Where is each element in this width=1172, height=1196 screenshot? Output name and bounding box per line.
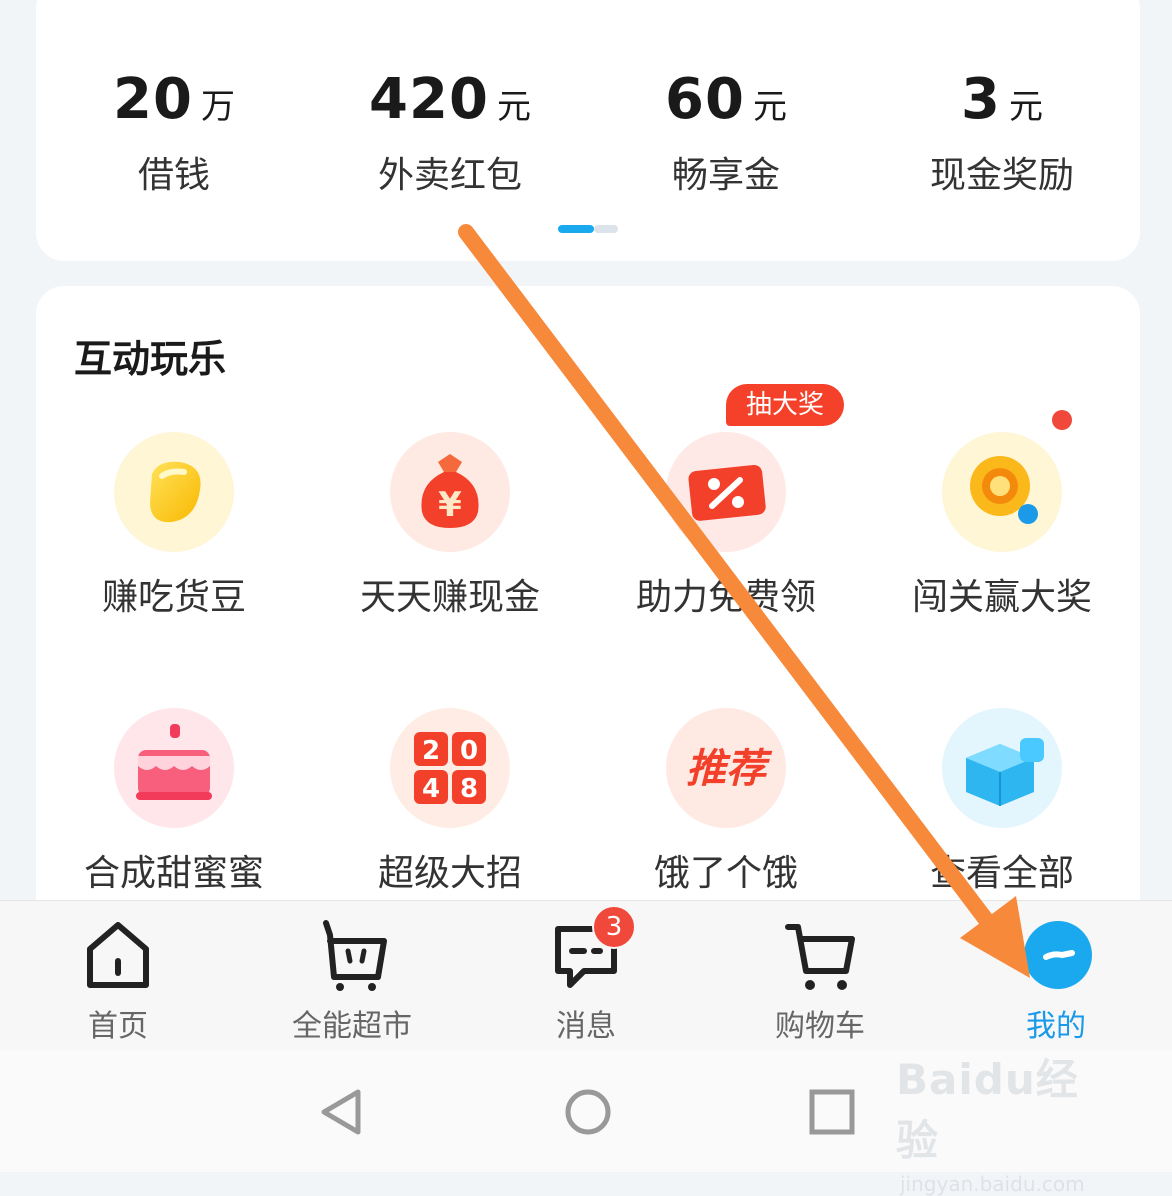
promo-tag: 抽大奖 <box>726 384 844 426</box>
notification-dot <box>1052 410 1072 430</box>
carousel-indicator <box>558 225 618 233</box>
svg-text:推荐: 推荐 <box>686 746 773 792</box>
tab-profile[interactable]: 我的 <box>956 915 1156 1045</box>
tab-label: 全能超市 <box>292 1009 412 1044</box>
svg-text:4: 4 <box>422 774 440 804</box>
game-label: 闯关赢大奖 <box>911 577 1092 618</box>
benefit-unit: 万 <box>200 87 235 127</box>
svg-text:2: 2 <box>422 736 440 766</box>
benefit-enjoy-fund[interactable]: 60 元 畅享金 <box>588 68 864 198</box>
home-circle-icon[interactable] <box>558 1082 618 1142</box>
svg-text:8: 8 <box>460 774 478 804</box>
back-icon[interactable] <box>312 1082 372 1142</box>
tab-label: 首页 <box>88 1009 148 1044</box>
recent-apps-icon[interactable] <box>802 1082 862 1142</box>
tab-supermarket[interactable]: 全能超市 <box>252 915 452 1045</box>
carousel-dot <box>594 225 618 233</box>
benefit-value: 3 <box>961 67 1001 132</box>
cube-icon <box>942 708 1062 828</box>
watermark-url: jingyan.baidu.com <box>900 1172 1085 1196</box>
game-hungry[interactable]: 推荐 饿了个饿 <box>588 708 864 896</box>
cake-icon <box>114 708 234 828</box>
bottom-tab-bar: 首页 全能超市 3 消息 购物车 我的 <box>0 900 1172 1051</box>
tab-cart[interactable]: 购物车 <box>720 915 920 1045</box>
game-label: 查看全部 <box>929 853 1074 894</box>
benefit-label: 现金奖励 <box>929 155 1074 196</box>
benefit-unit: 元 <box>1008 87 1043 127</box>
benefit-cash-reward[interactable]: 3元 现金奖励 <box>864 68 1140 198</box>
unread-badge: 3 <box>592 905 636 949</box>
game-earn-beans[interactable]: 赚吃货豆 <box>36 432 312 620</box>
benefit-unit: 元 <box>752 87 787 127</box>
money-bag-icon: ¥ <box>390 432 510 552</box>
game-label: 合成甜蜜蜜 <box>83 853 264 894</box>
game-label: 超级大招 <box>377 853 522 894</box>
game-view-all[interactable]: 查看全部 <box>864 708 1140 896</box>
benefit-unit: 元 <box>496 87 531 127</box>
tab-home[interactable]: 首页 <box>18 915 218 1045</box>
bean-icon <box>114 432 234 552</box>
game-label: 赚吃货豆 <box>101 577 246 618</box>
basket-icon <box>312 915 392 995</box>
benefit-value: 60 <box>665 67 745 132</box>
carousel-dot-active <box>558 225 594 233</box>
game-assist-free[interactable]: 助力免费领 <box>588 432 864 620</box>
game-label: 饿了个饿 <box>653 853 798 894</box>
game-2048-icon: 2 0 4 8 <box>390 708 510 828</box>
coupon-icon <box>666 432 786 552</box>
benefit-loan[interactable]: 20 万 借钱 <box>36 68 312 198</box>
game-level-prize[interactable]: 闯关赢大奖 <box>864 432 1140 620</box>
benefit-label: 外卖红包 <box>377 155 522 196</box>
tab-label: 购物车 <box>775 1009 865 1044</box>
game-super-move[interactable]: 2 0 4 8 超级大招 <box>312 708 588 896</box>
game-daily-cash[interactable]: ¥ 天天赚现金 <box>312 432 588 620</box>
benefit-value: 420 <box>369 67 489 132</box>
home-icon <box>78 915 158 995</box>
benefit-delivery-redpacket[interactable]: 420 元 外卖红包 <box>312 68 588 198</box>
currency-symbol: ¥ <box>438 485 462 525</box>
watermark: Baidu经验 jingyan.baidu.com <box>896 1046 1116 1196</box>
benefit-label: 借钱 <box>137 155 210 196</box>
game-label: 助力免费领 <box>635 577 816 618</box>
profile-icon <box>1016 915 1096 995</box>
tab-label: 我的 <box>1026 1009 1086 1044</box>
game-sweet-merge[interactable]: 合成甜蜜蜜 <box>36 708 312 896</box>
section-title: 互动玩乐 <box>74 337 227 381</box>
svg-text:0: 0 <box>460 736 478 766</box>
benefit-value: 20 <box>113 67 193 132</box>
tab-label: 消息 <box>556 1009 616 1044</box>
magnifier-coin-icon <box>942 432 1062 552</box>
watermark-brand: Baidu经验 <box>896 1055 1079 1165</box>
message-icon: 3 <box>546 905 636 995</box>
tab-messages[interactable]: 3 消息 <box>486 905 686 1045</box>
recommend-icon: 推荐 <box>666 708 786 828</box>
cart-icon <box>780 915 860 995</box>
benefit-label: 畅享金 <box>671 155 780 196</box>
game-label: 天天赚现金 <box>359 577 540 618</box>
